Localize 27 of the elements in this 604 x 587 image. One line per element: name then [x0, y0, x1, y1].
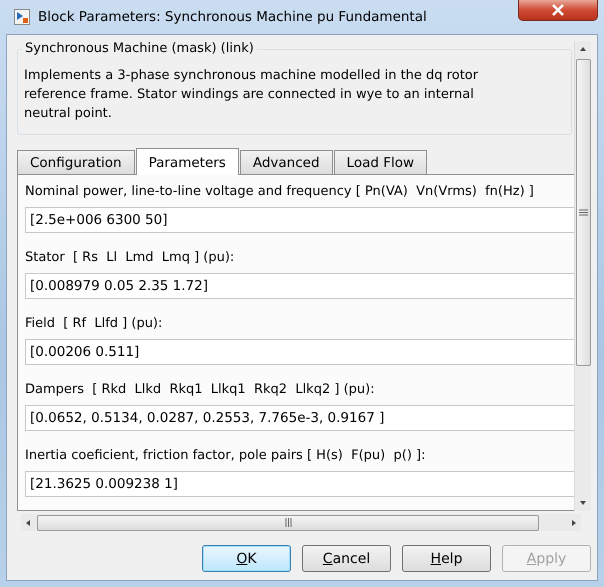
dialog-button[interactable]: Help [402, 545, 491, 572]
parameter-label: Field [ Rf Llfd ] (pu): [25, 315, 164, 333]
app-icon [14, 9, 30, 25]
input-field[interactable]: [2.5e+006 6300 50] [25, 207, 574, 233]
input-field[interactable]: [0.00206 0.511] [25, 339, 574, 365]
tab[interactable]: Parameters [136, 148, 239, 175]
window-title: Block Parameters: Synchronous Machine pu Fundamental [38, 9, 427, 25]
parameter-label: Nominal power, line-to-line voltage and frequency [ Pn(VA) Vn(Vrms) fn(Hz) ] [25, 183, 535, 201]
parameter-label: Dampers [ Rkd Llkd Rkq1 Llkq1 Rkq2 Llkq2 ] (pu): [25, 381, 376, 399]
group-title: Synchronous Machine (mask) (link) [22, 41, 257, 56]
input-field[interactable]: [21.3625 0.009238 1] [25, 471, 574, 497]
tab[interactable]: Advanced [240, 150, 333, 174]
grip-icon [578, 209, 588, 216]
mask-description: Implements a 3-phase synchronous machine modelled in the dq rotor reference frame. Stator windings are connected in wye to an internal neutral point. [24, 67, 480, 123]
tab[interactable]: Configuration [17, 150, 135, 174]
tab[interactable]: Load Flow [334, 150, 428, 174]
vertical-scrollbar[interactable] [574, 41, 591, 512]
parameter-label: Inertia coeficient, friction factor, pole pairs [ H(s) F(pu) p() ]: [25, 447, 426, 465]
input-field[interactable]: [0.0652, 0.5134, 0.0287, 0.2553, 7.765e-3, 0.9167 ] [25, 405, 574, 431]
parameter-label: Stator [ Rs Ll Lmd Lmq ] (pu): [25, 249, 236, 267]
grip-icon [284, 518, 292, 528]
dialog-button[interactable]: Cancel [302, 545, 391, 572]
input-field[interactable]: [0.008979 0.05 2.35 1.72] [25, 273, 574, 299]
dialog-button[interactable]: OK [202, 545, 291, 572]
close-icon [551, 4, 565, 16]
scroll-thumb[interactable] [576, 59, 590, 366]
close-button[interactable] [518, 0, 598, 21]
